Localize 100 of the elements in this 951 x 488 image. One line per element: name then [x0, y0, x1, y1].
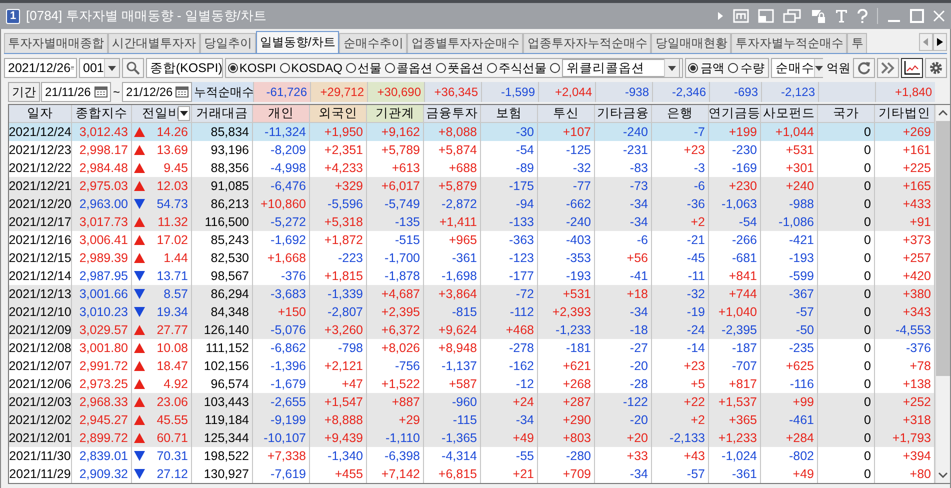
total-cell: -2,123 [761, 82, 818, 102]
scroll-down-icon[interactable] [938, 472, 948, 478]
table-cell: 14.26 [156, 125, 188, 139]
tab[interactable]: 업종별투자자순매수 [407, 33, 524, 53]
start-date-field[interactable]: 21/11/26 [41, 82, 111, 102]
dropdown-caret-icon [815, 66, 824, 70]
radio-label[interactable]: KOSDAQ [291, 61, 342, 75]
calendar-icon[interactable] [94, 86, 108, 98]
market-radio[interactable]: 선물 [346, 60, 384, 76]
column-header: 기타금융 [595, 105, 652, 123]
total-cell: -938 [595, 82, 652, 102]
close-icon[interactable] [933, 10, 945, 22]
scroll-right-button[interactable] [933, 33, 947, 51]
window-title: [0784] 투자자별 매매동향 - 일별동향/차트 [26, 7, 267, 25]
table-cell: -34 [595, 465, 652, 483]
table-cell: 27.12 [156, 467, 188, 481]
dropdown-caret-icon [668, 66, 676, 70]
table-cell: 17.02 [156, 233, 188, 247]
tab[interactable]: 일별동향/차트 [256, 31, 340, 53]
table-cell: 60.71 [156, 431, 188, 445]
tab[interactable]: 투 [847, 33, 868, 53]
column-header: 보험 [481, 105, 538, 123]
tab[interactable]: 투자자별매매종합 [4, 33, 108, 53]
table-cell: 19.34 [156, 305, 188, 319]
radio-button[interactable] [550, 63, 560, 73]
refresh-button[interactable] [853, 58, 876, 78]
dropdown-caret-icon [108, 66, 116, 70]
table-cell: +21 [481, 465, 538, 483]
table-cell: 9.45 [164, 161, 188, 175]
total-cell: -693 [709, 82, 761, 102]
radio-label[interactable]: 주식선물 [498, 60, 546, 76]
column-header: 종합지수 [72, 105, 132, 123]
code-dropdown[interactable]: 001 [79, 58, 120, 78]
help-icon[interactable] [857, 8, 868, 24]
radio-label[interactable]: 금액 [700, 60, 724, 76]
lock-icon[interactable] [810, 8, 826, 24]
layout-icon[interactable] [758, 9, 774, 23]
end-date-field[interactable]: 21/12/26 [122, 82, 192, 102]
chart-button[interactable] [901, 58, 924, 78]
radio-label[interactable]: KOSPI [239, 61, 276, 75]
play-icon[interactable] [716, 11, 724, 21]
market-radio[interactable]: 콜옵션 [385, 60, 434, 76]
settings-icon [929, 61, 944, 75]
table-cell: 2,909.32 [72, 465, 132, 483]
total-cell: +1,840 [875, 82, 935, 102]
table-cell: 18.47 [156, 359, 188, 373]
refresh-icon [857, 61, 872, 75]
column-header: 기관계 [367, 105, 424, 123]
table-cell: +7,142 [367, 465, 424, 483]
table-cell: +709 [538, 465, 595, 483]
radio-button[interactable] [385, 63, 396, 73]
sort-menu-button[interactable] [178, 106, 190, 121]
radio-button[interactable] [436, 63, 446, 73]
table-cell: +49 [761, 465, 818, 483]
table-cell: 45.55 [156, 413, 188, 427]
radio-button[interactable] [688, 63, 698, 73]
market-dropdown[interactable]: 위클리콜옵션 [562, 59, 680, 77]
column-header: 일자 [9, 105, 72, 123]
measure-dropdown[interactable]: 순매수 [771, 58, 824, 78]
radio-label[interactable]: 콜옵션 [396, 60, 432, 76]
calendar-icon[interactable] [175, 86, 190, 98]
market-radio[interactable]: KOSDAQ [280, 61, 344, 75]
radio-button[interactable] [228, 63, 238, 73]
market-radio[interactable]: 주식선물 [487, 60, 548, 76]
date-field[interactable]: 2021/12/26 [4, 58, 77, 78]
table-cell: 23.06 [156, 395, 188, 409]
tab[interactable]: 투자자별누적순매수 [731, 33, 848, 53]
radio-label[interactable]: 수량 [740, 60, 764, 76]
radio-label[interactable]: 선물 [357, 60, 382, 76]
radio-label[interactable]: 풋옵션 [447, 60, 484, 76]
radio-button[interactable] [728, 63, 738, 73]
font-icon[interactable] [835, 9, 848, 23]
memo-icon[interactable] [733, 9, 749, 23]
radio-button[interactable] [346, 63, 356, 73]
table-cell: 4.92 [164, 377, 188, 391]
tab[interactable]: 당일추이 [200, 33, 256, 53]
scrollbar[interactable] [935, 105, 950, 483]
table-cell: 13.71 [156, 269, 188, 283]
tab[interactable]: 시간대별투자자 [108, 33, 200, 53]
market-name-field[interactable]: 종합(KOSPI) [146, 58, 224, 78]
market-radio[interactable]: 풋옵션 [436, 60, 486, 76]
settings-button[interactable] [925, 58, 948, 78]
search-button[interactable] [122, 58, 144, 78]
table-cell: 2021/11/29 [9, 465, 72, 483]
tab[interactable]: 업종투자자누적순매수 [523, 33, 652, 53]
period-button[interactable]: 기간 [8, 82, 40, 102]
radio-button[interactable] [280, 63, 290, 73]
radio-button[interactable] [487, 63, 498, 73]
maximize-icon[interactable] [910, 9, 924, 23]
search-icon [126, 61, 140, 75]
table-cell: 54.73 [156, 197, 188, 211]
left-arrow-icon [923, 38, 929, 46]
windows-icon[interactable] [783, 9, 801, 23]
column-header: 개인 [253, 105, 310, 123]
market-radio[interactable]: KOSPI [228, 61, 278, 75]
tab[interactable]: 당일매매현황 [651, 33, 732, 53]
scroll-up-icon[interactable] [938, 110, 948, 116]
tab[interactable]: 순매수추이 [339, 33, 408, 53]
total-cell: -61,726 [253, 82, 310, 102]
expand-button[interactable] [877, 58, 900, 78]
